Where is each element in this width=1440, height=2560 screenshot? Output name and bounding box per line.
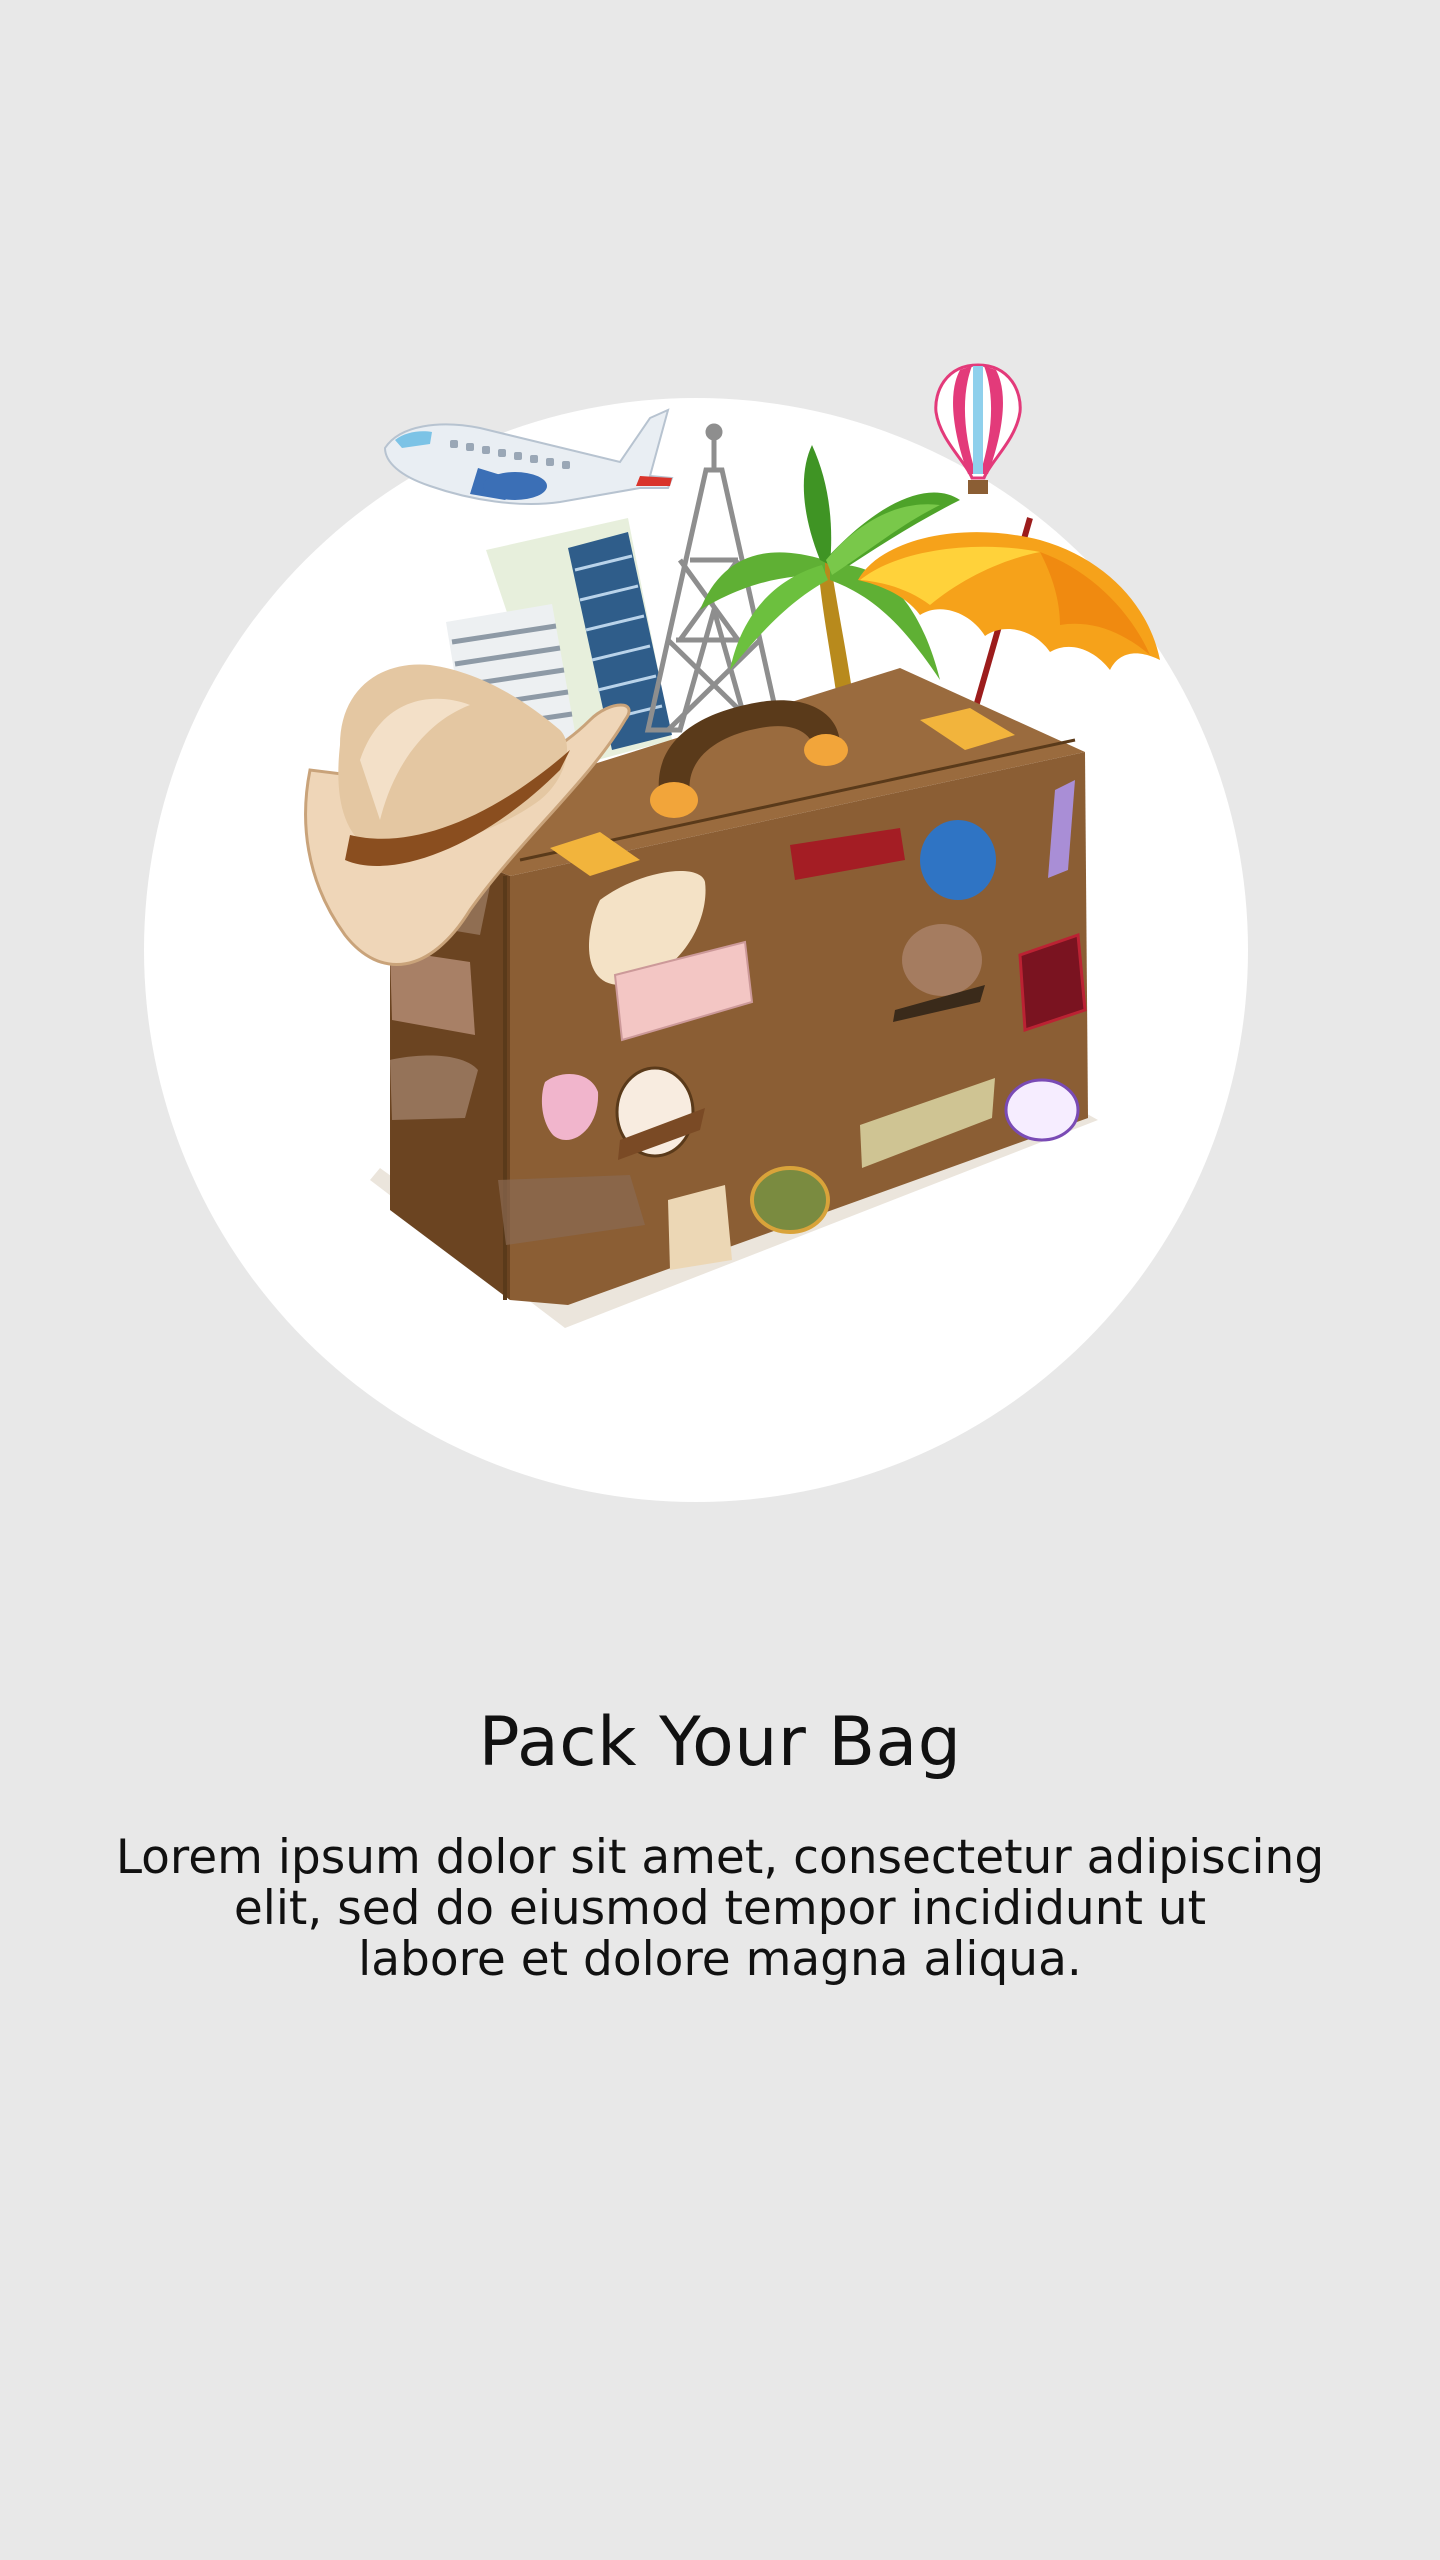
travel-illustration [0, 0, 1440, 1560]
page-description: Lorem ipsum dolor sit amet, consectetur … [115, 1830, 1325, 1987]
page-title: Pack Your Bag [478, 1703, 962, 1782]
onboarding-screen: Pack Your Bag Lorem ipsum dolor sit amet… [0, 0, 1440, 2560]
